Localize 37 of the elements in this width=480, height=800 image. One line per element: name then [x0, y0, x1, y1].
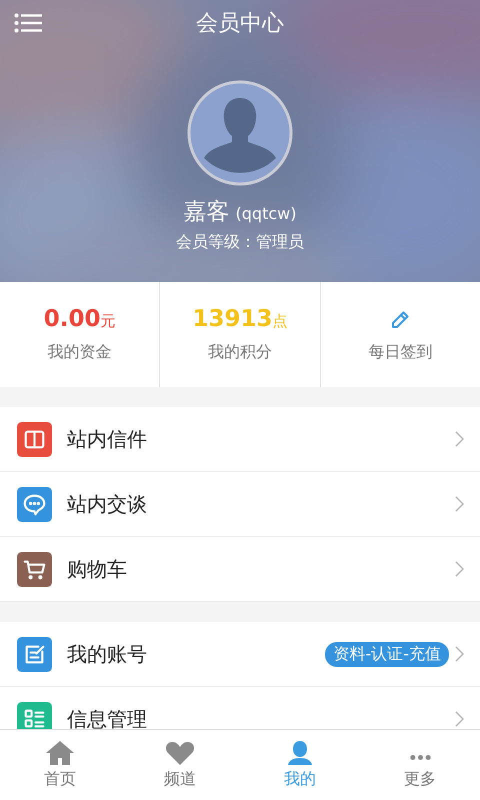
stat-value: 0.00元 [44, 306, 116, 334]
menu-label: 信息管理 [67, 706, 148, 729]
menu-item[interactable]: 站内信件 [0, 407, 480, 472]
chevron-right-icon [455, 646, 464, 662]
stat-tile[interactable]: 13913点 我的积分 [160, 282, 321, 387]
menu-label: 站内信件 [67, 426, 148, 452]
chevron-right-icon [455, 711, 464, 727]
heart-icon [165, 740, 195, 766]
more-icon [410, 755, 430, 760]
user-name: 嘉客 [184, 198, 230, 227]
user-id: (qqtcw) [236, 204, 296, 223]
menu-item[interactable]: 我的账号 资料-认证-充值 [0, 622, 480, 687]
stat-tile[interactable]: 每日签到 [320, 282, 480, 387]
chevron-right-icon [455, 431, 464, 447]
tab[interactable]: 我的 [240, 730, 360, 800]
menu-item[interactable]: 购物车 [0, 537, 480, 602]
tab[interactable]: 频道 [120, 730, 240, 800]
avatar-icon[interactable] [187, 80, 293, 186]
member-level: 会员等级：管理员 [176, 232, 304, 253]
account-tags: 资料-认证-充值 [325, 642, 449, 666]
chevron-right-icon [455, 561, 464, 577]
stat-label: 我的积分 [208, 342, 272, 363]
menu-label: 站内交谈 [67, 490, 148, 518]
menu-icon[interactable] [14, 13, 42, 33]
chevron-right-icon [455, 496, 464, 512]
page-title: 会员中心 [196, 10, 284, 38]
menu-item[interactable]: 站内交谈 [0, 472, 480, 537]
stat-value: 13913点 [192, 306, 288, 334]
stat-tile[interactable]: 0.00元 我的资金 [0, 282, 160, 387]
menu-label: 购物车 [67, 556, 128, 582]
tab[interactable]: 更多 [360, 730, 480, 800]
stat-label: 每日签到 [368, 342, 432, 363]
tab[interactable]: 首页 [0, 730, 120, 800]
stat-label: 我的资金 [48, 342, 112, 363]
menu-label: 我的账号 [67, 640, 148, 668]
person-icon [285, 740, 315, 766]
home-icon [45, 740, 75, 766]
